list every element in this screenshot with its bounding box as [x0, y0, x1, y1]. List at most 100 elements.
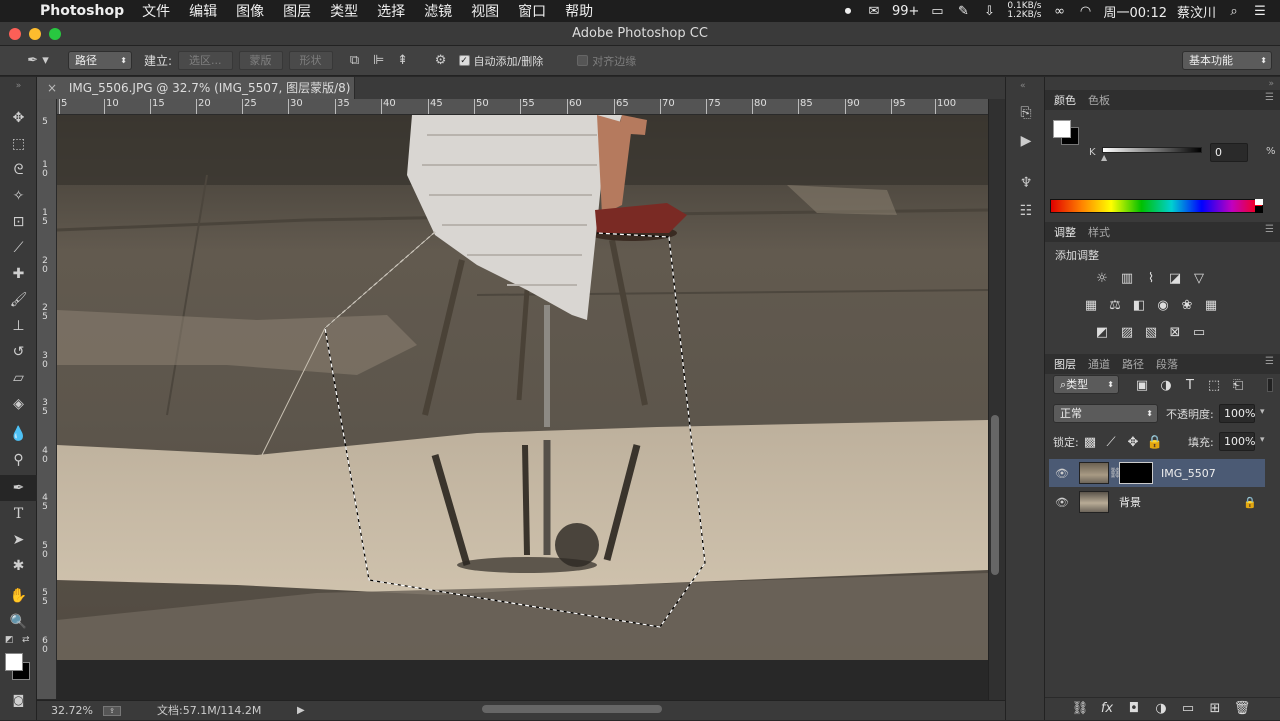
tab-color[interactable]: 颜色	[1054, 92, 1076, 108]
menu-image[interactable]: 图像	[236, 1, 264, 21]
k-slider-track[interactable]	[1102, 147, 1202, 153]
pen-mode-dropdown[interactable]: 路径 ⬍	[68, 51, 132, 70]
color-balance-icon[interactable]: ⚖	[1106, 297, 1124, 313]
opacity-slider-arrow-icon[interactable]: ▾	[1260, 407, 1265, 417]
move-tool-icon[interactable]: ✥	[0, 105, 37, 131]
link-layers-icon[interactable]: ⛓	[1071, 700, 1089, 716]
threshold-icon[interactable]: ▧	[1142, 324, 1160, 340]
channel-mixer-icon[interactable]: ❀	[1178, 297, 1196, 313]
menu-edit[interactable]: 编辑	[189, 1, 217, 21]
history-panel-icon[interactable]: ⎘	[1014, 101, 1038, 125]
clone-stamp-tool-icon[interactable]: ⊥	[0, 313, 37, 339]
workspace-dropdown[interactable]: 基本功能 ⬍	[1182, 51, 1272, 70]
marquee-tool-icon[interactable]: ⬚	[0, 131, 37, 157]
search-icon[interactable]: ⌕	[1226, 4, 1242, 19]
quick-mask-icon[interactable]: ◙	[0, 687, 37, 713]
color-ramp-black[interactable]	[1255, 206, 1263, 213]
app-menu[interactable]: Photoshop	[40, 3, 124, 19]
opacity-field[interactable]: 100%	[1219, 404, 1255, 423]
layer-name[interactable]: 背景	[1119, 494, 1141, 510]
notification-center-icon[interactable]: ☰	[1252, 4, 1268, 19]
status-menu-arrow-icon[interactable]: ▶	[297, 701, 305, 721]
add-mask-icon[interactable]: ◘	[1125, 700, 1143, 716]
vertical-scrollbar[interactable]	[988, 99, 1005, 700]
selective-color-icon[interactable]: ⊠	[1166, 324, 1184, 340]
crop-tool-icon[interactable]: ⊡	[0, 209, 37, 235]
menu-view[interactable]: 视图	[471, 1, 499, 21]
layer-thumbnail[interactable]	[1079, 491, 1109, 513]
dodge-tool-icon[interactable]: ⚲	[0, 447, 37, 473]
layer-filter-dropdown[interactable]: ⌕类型 ⬍	[1053, 375, 1119, 394]
fill-slider-arrow-icon[interactable]: ▾	[1260, 435, 1265, 445]
gear-icon[interactable]: ⚙	[429, 51, 453, 71]
gradient-map-icon[interactable]: ▭	[1190, 324, 1208, 340]
zoom-window-icon[interactable]	[49, 28, 61, 40]
lasso-tool-icon[interactable]: ᘓ	[0, 157, 37, 183]
fill-field[interactable]: 100%	[1219, 432, 1255, 451]
tab-adjustments[interactable]: 调整	[1054, 224, 1076, 240]
exposure-icon[interactable]: ◪	[1166, 270, 1184, 286]
color-panel-foreground-swatch[interactable]	[1053, 120, 1071, 138]
menu-file[interactable]: 文件	[142, 1, 170, 21]
swap-colors-icon[interactable]: ⇄	[22, 635, 30, 645]
panel-menu-icon[interactable]: ☰	[1265, 224, 1274, 235]
layer-thumbnail[interactable]	[1079, 462, 1109, 484]
tab-paragraph[interactable]: 段落	[1156, 356, 1178, 372]
zoom-tool-icon[interactable]: 🔍	[0, 609, 37, 635]
lock-transparent-icon[interactable]: ▩	[1081, 434, 1099, 450]
lock-all-icon[interactable]: 🔒	[1146, 434, 1164, 450]
vertical-scroll-thumb[interactable]	[991, 415, 999, 575]
menu-help[interactable]: 帮助	[565, 1, 593, 21]
pen-tool-preset-icon[interactable]: ✒ ▾	[20, 51, 56, 71]
blend-mode-dropdown[interactable]: 正常 ⬍	[1053, 404, 1158, 423]
filter-adjustment-icon[interactable]: ◑	[1157, 377, 1175, 393]
visibility-eye-icon[interactable]: 👁	[1049, 496, 1075, 509]
actions-panel-icon[interactable]: ▶	[1014, 129, 1038, 153]
eyedropper-tool-icon[interactable]: ⟋	[0, 235, 37, 261]
filter-smart-object-icon[interactable]: ⎗	[1229, 377, 1247, 393]
display-icon[interactable]: ▭	[929, 4, 945, 19]
user-name[interactable]: 蔡汶川	[1177, 2, 1216, 21]
menu-type[interactable]: 类型	[330, 1, 358, 21]
tab-swatches[interactable]: 色板	[1088, 92, 1110, 108]
layer-mask-thumbnail[interactable]	[1119, 462, 1153, 484]
eraser-tool-icon[interactable]: ▱	[0, 365, 37, 391]
path-selection-tool-icon[interactable]: ➤	[0, 527, 37, 553]
history-brush-tool-icon[interactable]: ↺	[0, 339, 37, 365]
hand-tool-icon[interactable]: ✋	[0, 583, 37, 609]
document-tab[interactable]: × IMG_5506.JPG @ 32.7% (IMG_5507, 图层蒙版/8…	[37, 77, 355, 117]
fx-icon[interactable]: fx	[1098, 700, 1116, 716]
menu-select[interactable]: 选择	[377, 1, 405, 21]
filter-shape-icon[interactable]: ⬚	[1205, 377, 1223, 393]
visibility-eye-icon[interactable]: 👁	[1049, 467, 1075, 480]
magic-wand-tool-icon[interactable]: ✧	[0, 183, 37, 209]
screen-record-icon[interactable]: ⏺	[840, 4, 856, 19]
curves-icon[interactable]: ⌇	[1142, 270, 1160, 286]
path-operations-icon[interactable]: ⧉	[343, 51, 367, 71]
notification-count[interactable]: 99+	[892, 4, 919, 19]
filter-pixel-icon[interactable]: ▣	[1133, 377, 1151, 393]
path-arrangement-icon[interactable]: ⇞	[391, 51, 415, 71]
path-alignment-icon[interactable]: ⊫	[367, 51, 391, 71]
lock-image-icon[interactable]: ⟋	[1102, 434, 1120, 450]
k-value-field[interactable]: 0	[1210, 143, 1248, 162]
horizontal-ruler[interactable]: 5 10 15 20 25 30 35 40 45 50 55 60 65 70…	[57, 99, 988, 115]
tab-channels[interactable]: 通道	[1088, 356, 1110, 372]
document-canvas[interactable]	[57, 115, 988, 660]
close-tab-icon[interactable]: ×	[47, 81, 57, 95]
trash-icon[interactable]: 🗑	[1233, 700, 1251, 716]
zoom-level[interactable]: 32.72%	[51, 701, 93, 721]
toolbox-collapse-icon[interactable]: »	[0, 81, 37, 91]
horizontal-scroll-thumb[interactable]	[482, 705, 662, 713]
document-size[interactable]: 文档:57.1M/114.2M	[157, 701, 261, 721]
close-window-icon[interactable]	[9, 28, 21, 40]
make-selection-button[interactable]: 选区...	[178, 51, 233, 70]
tab-styles[interactable]: 样式	[1088, 224, 1110, 240]
color-ramp[interactable]	[1050, 199, 1263, 213]
creative-cloud-icon[interactable]: ∞	[1052, 4, 1068, 19]
lock-position-icon[interactable]: ✥	[1124, 434, 1142, 450]
default-colors-icon[interactable]: ◩	[5, 635, 14, 645]
wifi-icon[interactable]: ◠	[1078, 4, 1094, 19]
new-group-icon[interactable]: ▭	[1179, 700, 1197, 716]
brightness-contrast-icon[interactable]: ☼	[1093, 270, 1111, 286]
